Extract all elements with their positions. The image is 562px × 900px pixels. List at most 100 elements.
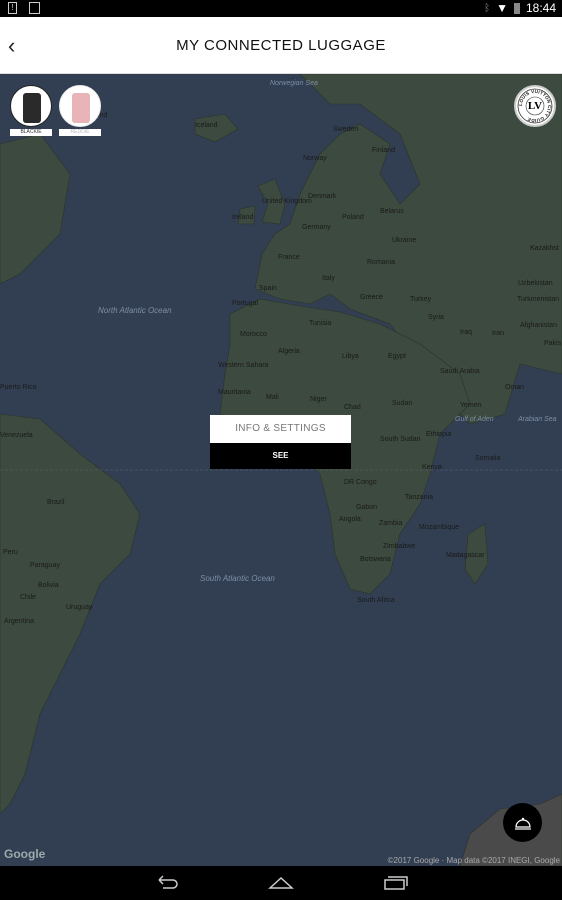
map-label: Brazil (47, 499, 65, 506)
map-label: South Africa (357, 597, 395, 604)
battery-icon (513, 2, 520, 14)
app-header: ‹ MY CONNECTED LUGGAGE (0, 17, 562, 74)
map-label: Peru (3, 549, 18, 556)
map-label: Tunisia (309, 320, 332, 327)
map-label: Libya (342, 353, 359, 360)
map-label: Portugal (232, 300, 259, 307)
map-label: Algeria (278, 348, 300, 355)
map-label: Norwegian Sea (270, 80, 318, 87)
luggage-blackie-button[interactable] (10, 85, 52, 127)
map-label: Mali (266, 394, 279, 401)
concierge-button[interactable] (503, 803, 542, 842)
map-label: Paraguay (30, 562, 60, 569)
alert-icon: ! (8, 2, 17, 14)
map-label: Finland (372, 147, 395, 154)
map-label: Sudan (392, 400, 413, 407)
luggage-reddie-button[interactable] (59, 85, 101, 127)
lv-monogram: LV (527, 100, 543, 112)
ocean-label: North Atlantic Ocean (98, 306, 172, 315)
concierge-bell-icon (514, 817, 531, 830)
map-label: Kazakhst (530, 245, 559, 252)
map-label: Iceland (195, 122, 218, 129)
map-label: Chad (344, 404, 361, 411)
map-label: Afghanistan (520, 322, 557, 329)
nav-back-button[interactable] (155, 874, 179, 895)
map-label: Botswana (360, 556, 391, 563)
home-icon (268, 876, 294, 889)
map-label: Gabon (356, 504, 378, 511)
map-label: Puerto Rico (0, 384, 37, 391)
map-label: Uruguay (66, 604, 93, 611)
nav-bar (0, 866, 562, 900)
city-guide-button[interactable]: LOUIS VUITTON CITY GUIDE LV (514, 85, 556, 127)
map-attribution: ©2017 Google · Map data ©2017 INEGI, Goo… (387, 856, 560, 865)
map-label: Zimbabwe (383, 543, 416, 550)
map-label: Mauritania (218, 389, 251, 396)
map-label: Syria (428, 314, 444, 321)
map-label: Spain (259, 285, 277, 292)
map-label: Germany (302, 224, 331, 231)
map-label: Belarus (380, 208, 404, 215)
map-label: Arabian Sea (518, 416, 557, 423)
map-label: DR Congo (344, 479, 377, 486)
map-label: Tanzania (405, 494, 434, 501)
map-label: Bolivia (38, 582, 59, 589)
map-label: Argentina (4, 618, 34, 625)
map-label: Pakis (544, 340, 562, 347)
see-button[interactable]: SEE (210, 443, 351, 469)
map-label: Turkey (410, 296, 432, 303)
wifi-icon: ▼ (496, 1, 508, 15)
map-label: Iraq (460, 329, 473, 336)
map-label: Oman (505, 384, 525, 391)
map-label: Romania (367, 259, 396, 266)
page-title: MY CONNECTED LUGGAGE (176, 37, 386, 54)
map-label: Ukraine (392, 237, 417, 244)
bluetooth-icon: ᛒ (484, 2, 491, 14)
status-bar: ! ᛒ ▼ 18:44 (0, 0, 562, 17)
nav-home-button[interactable] (268, 874, 294, 895)
nav-recents-button[interactable] (383, 874, 409, 895)
info-settings-title: INFO & SETTINGS (210, 415, 351, 443)
map-label: Greece (360, 294, 383, 301)
map-label: Chile (20, 594, 36, 601)
map-label: Egypt (388, 353, 406, 360)
map-label: Western Sahara (218, 362, 269, 369)
map-label: Saudi Arabia (440, 368, 480, 375)
map-label: Angola (339, 516, 361, 523)
map-label: Ireland (232, 214, 254, 221)
map-label: Turkmenistan (517, 296, 560, 303)
map-land (0, 74, 562, 866)
map-label: Kenya (422, 464, 442, 471)
map-label: Morocco (240, 331, 267, 338)
suitcase-icon (72, 93, 90, 123)
map-label: Poland (342, 214, 364, 221)
google-logo: Google (4, 847, 46, 861)
map-label: Sweden (333, 126, 359, 133)
map-label: Niger (310, 396, 327, 403)
back-icon (158, 875, 178, 889)
map-label: Uzbekistan (518, 280, 553, 287)
map-label: Gulf of Aden (455, 416, 494, 423)
info-popup: INFO & SETTINGS SEE (210, 415, 351, 469)
map-label: Somalia (475, 455, 501, 462)
map-label: South Sudan (380, 436, 421, 443)
image-icon (29, 2, 40, 14)
clock: 18:44 (525, 1, 556, 15)
luggage-name: BLACKIE (10, 129, 52, 136)
map-label: Madagascar (446, 552, 485, 559)
map-view[interactable]: Norwegian Sea Iceland Sweden Finland Norway D… (0, 74, 562, 866)
map-label: Ethiopia (426, 431, 452, 438)
map-label: Venezuela (0, 432, 33, 439)
recents-icon (384, 876, 408, 890)
map-label: Yemen (460, 402, 482, 409)
suitcase-icon (23, 93, 41, 123)
luggage-name: REDDIE (59, 129, 101, 136)
map-label: Iran (492, 330, 505, 337)
ocean-label: South Atlantic Ocean (200, 574, 275, 583)
map-label: Denmark (308, 193, 337, 200)
map-label: Norway (303, 155, 327, 162)
map-label: United Kingdom (262, 198, 312, 205)
map-label: France (278, 254, 300, 261)
map-label: Italy (322, 275, 335, 282)
map-label: Mozambique (419, 524, 460, 531)
